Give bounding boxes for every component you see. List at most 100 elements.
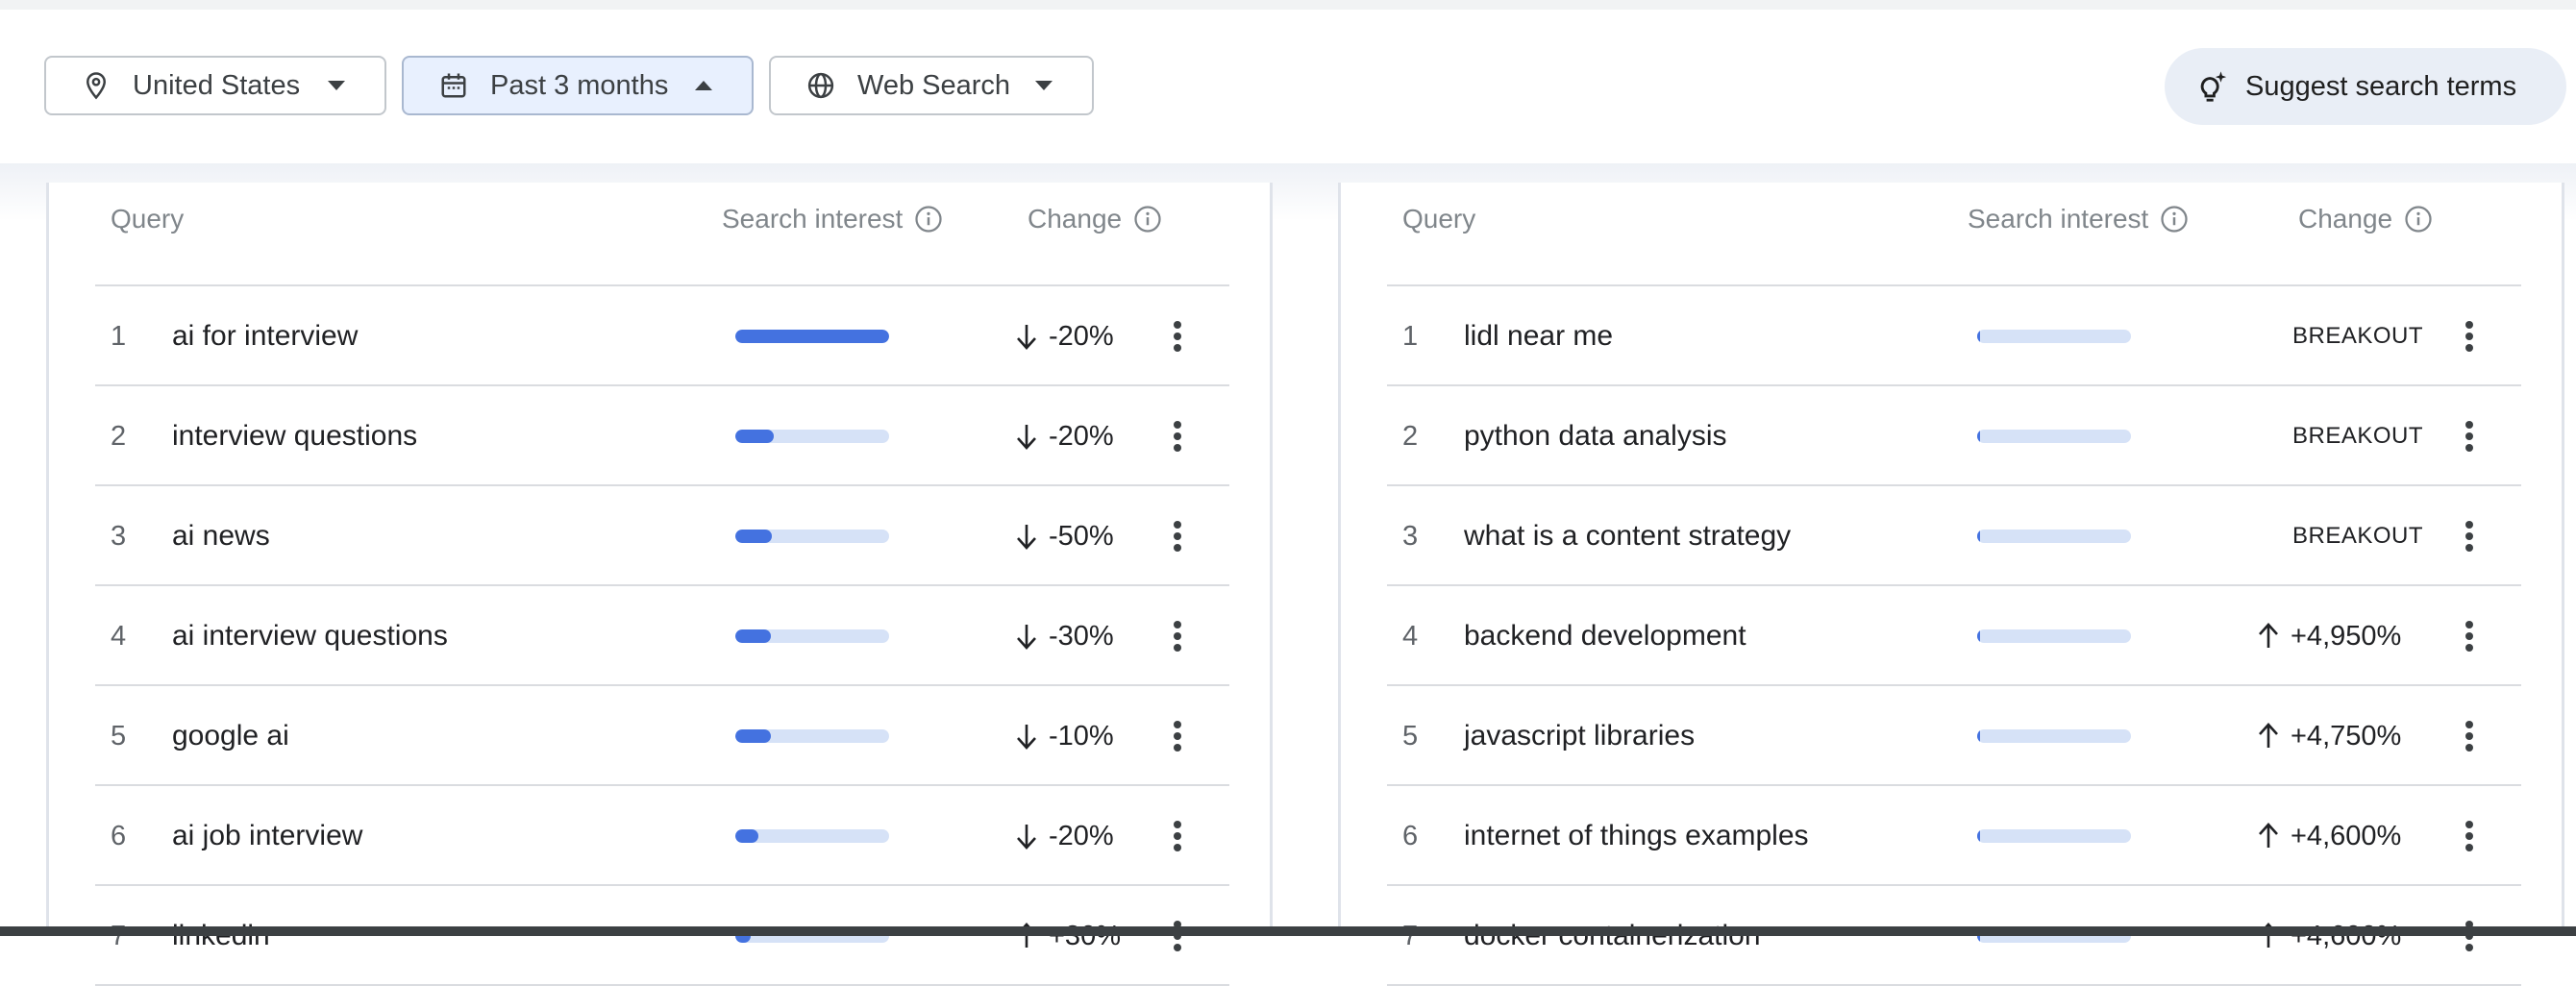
more-options-icon[interactable] [2450,917,2489,955]
interest-bar-fill [1977,729,1980,743]
interest-bar [735,729,889,743]
change-text: BREAKOUT [2292,523,2424,549]
rising-queries-card: Query Search interest Change 1 lidl near … [1338,183,2564,986]
table-row[interactable]: 4 ai interview questions -30% [95,586,1229,686]
row-rank: 4 [1402,621,1419,652]
breakout-badge: BREAKOUT [2292,386,2423,486]
row-query[interactable]: what is a content strategy [1464,486,1791,586]
interest-bar [1977,629,2131,643]
interest-bar [1977,330,2131,343]
more-options-icon[interactable] [1158,317,1197,356]
row-query[interactable]: interview questions [172,386,417,486]
breakout-badge: BREAKOUT [2292,286,2423,386]
row-query[interactable]: linkedin [172,886,270,986]
interest-bar [1977,530,2131,543]
row-query[interactable]: google ai [172,686,289,786]
change-text: -30% [1049,620,1114,652]
interest-bar [735,829,889,843]
more-options-icon[interactable] [1158,917,1197,955]
row-query[interactable]: ai news [172,486,270,586]
change-value: -10% [1014,686,1114,786]
more-options-icon[interactable] [1158,517,1197,555]
more-options-icon[interactable] [1158,717,1197,755]
table-row[interactable]: 3 what is a content strategy BREAKOUT [1387,486,2521,586]
interest-header: Search interest [722,200,943,238]
interest-bar-fill [1977,530,1980,543]
query-header: Query [111,204,185,234]
table-row[interactable]: 2 interview questions -20% [95,386,1229,486]
interest-bar-fill [735,530,772,543]
more-options-icon[interactable] [1158,817,1197,855]
more-options-icon[interactable] [2450,717,2489,755]
property-dropdown[interactable]: Web Search [769,56,1094,115]
table-row[interactable]: 7 linkedin +30% [95,886,1229,986]
table-row[interactable]: 7 docker containerization +4,600% [1387,886,2521,986]
row-rank: 6 [111,821,127,851]
change-text: +4,600% [2291,820,2402,851]
table-row[interactable]: 5 google ai -10% [95,686,1229,786]
interest-bar-fill [735,430,774,443]
row-rank: 2 [111,421,127,452]
table-row[interactable]: 6 ai job interview -20% [95,786,1229,886]
table-row[interactable]: 4 backend development +4,950% [1387,586,2521,686]
interest-bar [1977,729,2131,743]
interest-bar-fill [1977,430,1980,443]
table-row[interactable]: 3 ai news -50% [95,486,1229,586]
table-row[interactable]: 1 ai for interview -20% [95,286,1229,386]
row-query[interactable]: ai interview questions [172,586,448,686]
arrow-down-icon [1014,521,1039,552]
row-query[interactable]: javascript libraries [1464,686,1695,786]
row-query[interactable]: python data analysis [1464,386,1727,486]
change-text: +4,600% [2291,921,2401,952]
row-rank: 1 [111,321,127,352]
location-dropdown[interactable]: United States [44,56,386,115]
location-pin-icon [77,66,115,105]
arrow-down-icon [1014,821,1039,851]
change-text: -20% [1049,420,1114,452]
table-row[interactable]: 2 python data analysis BREAKOUT [1387,386,2521,486]
change-text: -50% [1049,520,1114,552]
info-icon[interactable] [1133,205,1162,234]
interest-bar-fill [735,729,771,743]
row-rank: 5 [111,721,127,752]
change-text: -20% [1049,320,1114,352]
interest-bar-fill [1977,629,1980,643]
row-query[interactable]: docker containerization [1464,886,1761,986]
row-rank: 7 [1402,921,1419,951]
row-rank: 3 [111,521,127,552]
chevron-down-icon [1028,70,1059,101]
arrow-down-icon [1014,621,1039,652]
suggest-search-terms-button[interactable]: Suggest search terms [2165,48,2566,125]
more-options-icon[interactable] [2450,517,2489,555]
table-row[interactable]: 1 lidl near me BREAKOUT [1387,286,2521,386]
more-options-icon[interactable] [2450,817,2489,855]
more-options-icon[interactable] [2450,617,2489,655]
more-options-icon[interactable] [1158,617,1197,655]
change-text: +30% [1049,921,1121,952]
arrow-down-icon [1014,421,1039,452]
more-options-icon[interactable] [2450,417,2489,456]
change-value: +4,950% [2256,586,2401,686]
info-icon[interactable] [914,205,943,234]
table-row[interactable]: 6 internet of things examples +4,600% [1387,786,2521,886]
more-options-icon[interactable] [2450,317,2489,356]
row-query[interactable]: ai for interview [172,286,358,386]
more-options-icon[interactable] [1158,417,1197,456]
row-query[interactable]: backend development [1464,586,1746,686]
row-query[interactable]: lidl near me [1464,286,1613,386]
row-rank: 4 [111,621,127,652]
change-value: -20% [1014,786,1114,886]
change-text: BREAKOUT [2292,423,2424,449]
info-icon[interactable] [2160,205,2189,234]
row-rank: 7 [111,921,127,951]
row-query[interactable]: ai job interview [172,786,362,886]
table-row[interactable]: 5 javascript libraries +4,750% [1387,686,2521,786]
change-value: -30% [1014,586,1114,686]
interest-bar [735,430,889,443]
row-query[interactable]: internet of things examples [1464,786,1809,886]
timeframe-dropdown[interactable]: Past 3 months [402,56,754,115]
info-icon[interactable] [2404,205,2433,234]
arrow-up-icon [2256,821,2281,851]
interest-bar-fill [1977,330,1980,343]
bottom-edge [0,926,2576,936]
